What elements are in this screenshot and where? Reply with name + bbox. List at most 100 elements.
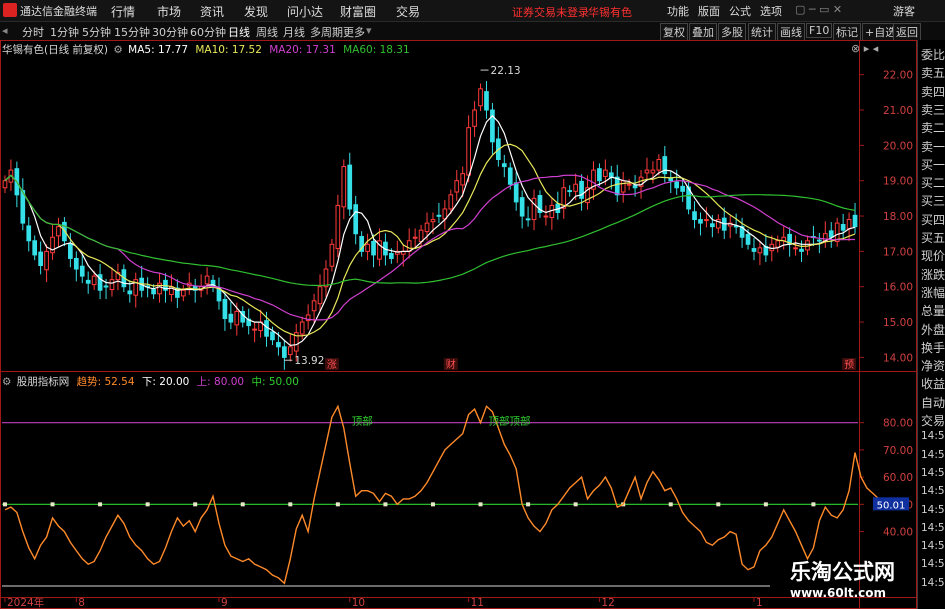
mid-line-marker bbox=[383, 502, 388, 507]
mid-line-marker bbox=[478, 502, 483, 507]
time-tick-label: 12 bbox=[601, 597, 614, 609]
side-panel-label: 买二 bbox=[921, 176, 945, 191]
candle-body bbox=[323, 268, 329, 288]
candle-body bbox=[44, 250, 49, 271]
candle-body bbox=[632, 185, 638, 189]
extreme-price-label: 22.13 bbox=[491, 65, 521, 77]
candle-body bbox=[311, 300, 317, 312]
candle-body bbox=[20, 190, 26, 224]
candle-body bbox=[852, 214, 858, 228]
mid-line-marker bbox=[668, 502, 673, 507]
current-value-label: 50.01 bbox=[877, 500, 906, 511]
candle-body bbox=[543, 215, 549, 218]
mid-line-marker bbox=[240, 502, 245, 507]
candle-body bbox=[412, 236, 418, 239]
candle-body bbox=[519, 197, 525, 217]
chart-frame bbox=[0, 40, 917, 609]
side-panel-label: 14:56 bbox=[921, 503, 945, 516]
price-tick-label: 17.00 bbox=[883, 246, 913, 258]
mid-line-marker bbox=[763, 502, 768, 507]
side-panel-label: 14:56 bbox=[921, 558, 945, 571]
mid-line-marker bbox=[526, 502, 531, 507]
side-panel-label: 买五 bbox=[921, 231, 945, 245]
top-signal-label: 顶部顶部 bbox=[488, 414, 530, 427]
candle-body bbox=[365, 243, 370, 252]
side-panel-label: 14:56 bbox=[921, 576, 945, 589]
extreme-price-label: 13.92 bbox=[294, 355, 324, 367]
candle-body bbox=[2, 180, 8, 189]
price-tick-label: 18.00 bbox=[883, 211, 913, 223]
candle-body bbox=[472, 109, 477, 127]
mid-line-marker bbox=[2, 502, 7, 507]
side-panel-label: 卖四 bbox=[921, 84, 945, 99]
side-panel-label: 卖一 bbox=[921, 139, 945, 154]
candle-body bbox=[85, 279, 91, 284]
time-tick-label: 8 bbox=[78, 597, 85, 609]
side-panel-label: 14:56 bbox=[921, 521, 945, 534]
candle-body bbox=[490, 109, 495, 143]
candle-body bbox=[698, 219, 703, 224]
candle-body bbox=[329, 243, 335, 267]
trend-line bbox=[4, 404, 880, 585]
mid-line-marker bbox=[573, 502, 578, 507]
candle-body bbox=[573, 183, 578, 192]
mid-line-marker bbox=[98, 502, 103, 507]
side-panel-label[interactable]: 交易 bbox=[921, 412, 945, 429]
side-panel-label[interactable]: 自动 bbox=[921, 394, 945, 411]
candle-body bbox=[567, 190, 573, 193]
candle-body bbox=[626, 183, 632, 186]
candle-body bbox=[656, 158, 662, 171]
mid-line-marker bbox=[145, 502, 150, 507]
time-tick-label: 10 bbox=[352, 597, 365, 609]
side-panel-label: 买三 bbox=[921, 194, 945, 209]
side-panel-label: 现价 bbox=[921, 249, 945, 264]
candle-body bbox=[531, 197, 537, 221]
price-tick-label: 22.00 bbox=[883, 70, 913, 82]
candle-body bbox=[608, 172, 614, 178]
candle-body bbox=[603, 169, 608, 177]
candle-body bbox=[252, 328, 257, 331]
side-panel-label: 14:56 bbox=[921, 485, 945, 498]
side-panel-label: 外盘 bbox=[921, 322, 945, 337]
candle-body bbox=[180, 289, 186, 297]
candle-body bbox=[79, 265, 85, 277]
candle-body bbox=[650, 169, 656, 174]
candle-body bbox=[68, 243, 73, 259]
candle-body bbox=[840, 224, 846, 231]
candle-body bbox=[282, 346, 287, 358]
side-panel-label: 总量 bbox=[921, 304, 945, 319]
candle-body bbox=[228, 313, 234, 323]
candle-body bbox=[501, 163, 507, 168]
candle-body bbox=[846, 219, 852, 230]
candle-body bbox=[448, 194, 454, 210]
time-tick-label: 11 bbox=[471, 597, 484, 609]
mid-line-marker bbox=[193, 502, 198, 507]
indicator-tick-label: 80.00 bbox=[883, 418, 913, 430]
candle-body bbox=[341, 166, 347, 208]
time-tick-label: 9 bbox=[221, 597, 228, 609]
time-tick-label: 1 bbox=[756, 597, 763, 609]
candle-body bbox=[745, 233, 751, 245]
price-tick-label: 19.00 bbox=[883, 176, 913, 188]
candle-body bbox=[710, 223, 715, 228]
candle-body bbox=[270, 331, 275, 341]
mid-line-marker bbox=[288, 502, 293, 507]
mid-line-marker bbox=[50, 502, 55, 507]
side-panel-label: 换手 bbox=[921, 340, 945, 355]
ma5-line bbox=[4, 114, 856, 347]
candle-body bbox=[222, 298, 228, 320]
watermark-url: www.60lt.com bbox=[790, 586, 887, 600]
kline-chart[interactable]: 14.00 15.00 16.00 17.00 18.00 19.00 20.00 21.00… bbox=[0, 0, 945, 609]
price-tick-label: 21.00 bbox=[883, 105, 913, 117]
indicator-tick-label: 40.00 bbox=[883, 527, 913, 539]
candle-body bbox=[436, 214, 442, 217]
candle-body bbox=[109, 279, 115, 291]
side-panel-label: 卖二 bbox=[921, 121, 945, 136]
candle-body bbox=[680, 185, 685, 192]
mid-line-marker bbox=[716, 502, 721, 507]
side-panel-label: 涨跌 bbox=[921, 267, 945, 282]
candle-body bbox=[424, 222, 430, 233]
indicator-tick-label: 60.00 bbox=[883, 472, 913, 484]
candle-body bbox=[828, 230, 834, 238]
candle-body bbox=[674, 181, 680, 189]
